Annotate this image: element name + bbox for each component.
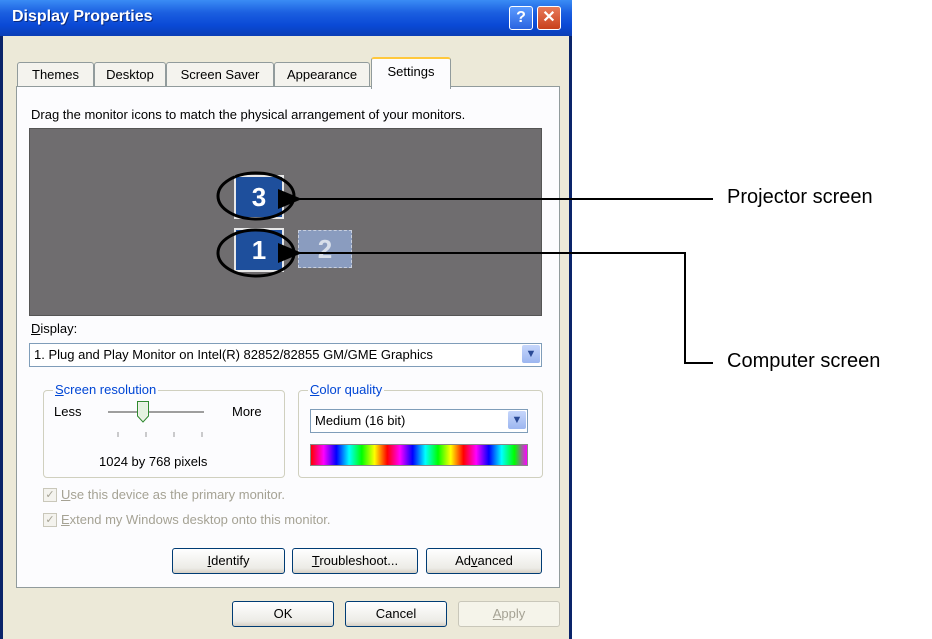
computer-highlight-ellipse <box>216 228 296 278</box>
projector-highlight-ellipse <box>216 171 296 221</box>
projector-screen-annotation: Projector screen <box>727 186 873 208</box>
computer-screen-annotation: Computer screen <box>727 350 881 372</box>
computer-arrow <box>278 243 713 364</box>
annotation-overlay <box>216 171 713 364</box>
